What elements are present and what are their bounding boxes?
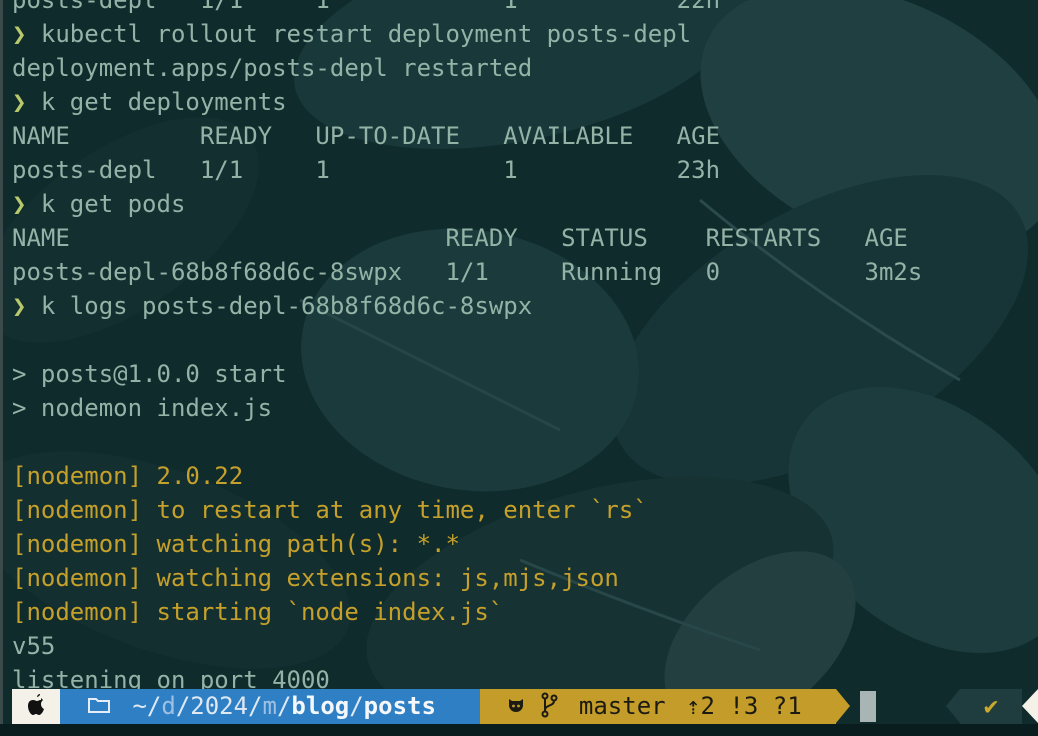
output-line: NAME READY UP-TO-DATE AVAILABLE AGE bbox=[12, 119, 1038, 153]
line-text: [nodemon] starting `node index.js` bbox=[12, 598, 504, 626]
path-segment: ~/d/2024/m/blog/posts bbox=[60, 689, 480, 724]
path-m: m bbox=[262, 692, 277, 720]
success-check-icon: ✔ bbox=[960, 689, 1022, 724]
line-text: deployment.apps/posts-depl restarted bbox=[12, 54, 533, 82]
line-text: NAME READY STATUS RESTARTS AGE bbox=[12, 224, 908, 252]
prompt-chevron-icon: ❯ bbox=[12, 20, 27, 48]
prompt-chevron-icon: ❯ bbox=[12, 292, 27, 320]
terminal-output[interactable]: posts-depl 1/1 1 1 22h ❯ kubectl rollout … bbox=[12, 0, 1038, 697]
apple-icon bbox=[25, 692, 47, 720]
git-ahead: ⇡2 bbox=[686, 692, 715, 720]
path-home: ~/ bbox=[132, 692, 162, 720]
line-text: > nodemon index.js bbox=[12, 394, 273, 422]
line-text: [nodemon] watching extensions: js,mjs,js… bbox=[12, 564, 619, 592]
output-line: posts-depl 1/1 1 1 22h bbox=[12, 0, 1038, 17]
path-sep: / bbox=[349, 692, 364, 720]
output-line: posts-depl-68b8f68d6c-8swpx 1/1 Running … bbox=[12, 255, 1038, 289]
window-edge bbox=[0, 0, 3, 736]
folder-icon bbox=[88, 692, 124, 720]
output-line: v55 bbox=[12, 629, 1038, 663]
line-text: k logs posts-depl-68b8f68d6c-8swpx bbox=[40, 292, 533, 320]
git-untracked: ?1 bbox=[772, 692, 802, 720]
git-segment: master ⇡2 !3 ?1 bbox=[480, 689, 836, 724]
output-line: posts-depl 1/1 1 1 23h bbox=[12, 153, 1038, 187]
command-line: ❯ kubectl rollout restart deployment pos… bbox=[12, 17, 1038, 51]
nodemon-log-line: [nodemon] starting `node index.js` bbox=[12, 595, 1038, 629]
path-sep: / bbox=[276, 692, 292, 720]
branch-name: master bbox=[578, 692, 666, 720]
path-blog: blog bbox=[291, 692, 350, 720]
path-year: /2024/ bbox=[175, 692, 263, 720]
right-edge-separator bbox=[1022, 689, 1038, 723]
output-line: > posts@1.0.0 start bbox=[12, 357, 1038, 391]
line-text: posts-depl 1/1 1 1 22h bbox=[12, 0, 721, 14]
os-segment bbox=[12, 689, 60, 724]
git-separator bbox=[836, 689, 850, 723]
line-text: [nodemon] 2.0.22 bbox=[12, 462, 244, 490]
line-text: > posts@1.0.0 start bbox=[12, 360, 287, 388]
command-line: ❯ k get deployments bbox=[12, 85, 1038, 119]
line-text: posts-depl-68b8f68d6c-8swpx 1/1 Running … bbox=[12, 258, 923, 286]
output-line: deployment.apps/posts-depl restarted bbox=[12, 51, 1038, 85]
line-text: kubectl rollout restart deployment posts… bbox=[40, 20, 692, 48]
git-branch-icon bbox=[540, 692, 572, 720]
git-modified: !3 bbox=[729, 692, 759, 720]
bottom-strip bbox=[0, 724, 1038, 736]
line-text: k get pods bbox=[40, 190, 186, 218]
command-line: ❯ k logs posts-depl-68b8f68d6c-8swpx bbox=[12, 289, 1038, 323]
command-line: ❯ k get pods bbox=[12, 187, 1038, 221]
line-text: posts-depl 1/1 1 1 23h bbox=[12, 156, 721, 184]
prompt-status-bar: ~/d/2024/m/blog/posts master ⇡2 !3 ?1 ✔ bbox=[0, 689, 1038, 724]
line-text: v55 bbox=[12, 632, 56, 660]
nodemon-log-line: [nodemon] watching extensions: js,mjs,js… bbox=[12, 561, 1038, 595]
status-right-separator bbox=[946, 689, 960, 723]
nodemon-log-line: [nodemon] 2.0.22 bbox=[12, 459, 1038, 493]
line-text: k get deployments bbox=[40, 88, 287, 116]
path-d: d bbox=[161, 692, 176, 720]
nodemon-log-line: [nodemon] to restart at any time, enter … bbox=[12, 493, 1038, 527]
output-line: NAME READY STATUS RESTARTS AGE bbox=[12, 221, 1038, 255]
output-line: > nodemon index.js bbox=[12, 391, 1038, 425]
prompt-chevron-icon: ❯ bbox=[12, 88, 27, 116]
path-posts: posts bbox=[363, 692, 436, 720]
line-text: [nodemon] watching path(s): *.* bbox=[12, 530, 460, 558]
line-text: [nodemon] to restart at any time, enter … bbox=[12, 496, 648, 524]
github-icon bbox=[506, 692, 540, 720]
terminal-cursor[interactable] bbox=[860, 691, 876, 722]
line-text: NAME READY UP-TO-DATE AVAILABLE AGE bbox=[12, 122, 721, 150]
nodemon-log-line: [nodemon] watching path(s): *.* bbox=[12, 527, 1038, 561]
prompt-chevron-icon: ❯ bbox=[12, 190, 27, 218]
